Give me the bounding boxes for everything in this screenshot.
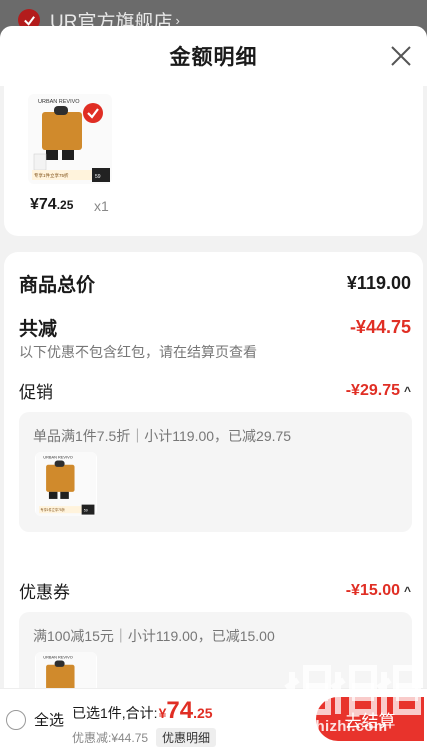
total-value: ¥119.00 xyxy=(346,273,411,293)
sheet-header: 金额明细 xyxy=(0,26,427,86)
product-card: URBAN REVIVO 专享1件立享75折 59 ¥74.25 x1 xyxy=(4,86,423,236)
promo-label: 促销 xyxy=(19,383,53,402)
selected-text: 已选1件,合计: xyxy=(72,705,158,721)
svg-text:专享1件立享75折: 专享1件立享75折 xyxy=(40,507,65,512)
reduce-value: -¥44.75 xyxy=(349,317,411,337)
radio-icon xyxy=(6,709,26,730)
svg-text:URBAN REVIVO: URBAN REVIVO xyxy=(43,654,73,659)
svg-text:59: 59 xyxy=(84,509,88,513)
promo-product-thumb[interactable]: URBAN REVIVO 专享1件立享75折 59 xyxy=(35,452,97,516)
sheet-title: 金额明细 xyxy=(169,46,258,69)
amount-detail-sheet: 金额明细 URBAN REVIVO 专享1件立享75折 59 ¥74.25 x1… xyxy=(0,26,427,748)
coupon-row[interactable]: 优惠券 -¥15.00 ^ xyxy=(19,578,411,603)
discount-text: 优惠减:¥44.75 xyxy=(72,731,149,745)
reduce-label: 共减 xyxy=(19,319,58,340)
product-price: ¥74.25 xyxy=(30,196,74,213)
coupon-label: 优惠券 xyxy=(19,583,70,602)
discount-detail-button[interactable]: 优惠明细 xyxy=(156,728,217,747)
watermark-text: zhizhizhi.com xyxy=(286,718,388,735)
reduce-row: 共减 -¥44.75 xyxy=(19,314,411,341)
chevron-up-icon: ^ xyxy=(403,383,411,398)
selected-summary: 已选1件,合计: ¥74.25 xyxy=(72,697,213,725)
promo-detail-text: 单品满1件7.5折｜小计119.00，已减29.75 xyxy=(33,428,292,444)
svg-text:URBAN REVIVO: URBAN REVIVO xyxy=(43,454,73,459)
product-quantity: x1 xyxy=(94,198,109,214)
total-row: 商品总价 ¥119.00 xyxy=(19,270,411,297)
discount-line: 优惠减:¥44.75 优惠明细 xyxy=(72,728,217,747)
coupon-value: -¥15.00 ^ xyxy=(345,581,411,599)
promo-detail-box: 单品满1件7.5折｜小计119.00，已减29.75 URBAN REVIVO … xyxy=(19,412,412,532)
close-icon xyxy=(391,46,411,66)
coupon-detail-text: 满100减15元｜小计119.00，已减15.00 xyxy=(33,628,275,644)
total-label: 商品总价 xyxy=(19,275,96,296)
promo-row[interactable]: 促销 -¥29.75 ^ xyxy=(19,378,411,403)
svg-text:专享1件立享75折: 专享1件立享75折 xyxy=(34,172,69,179)
select-all-label: 全选 xyxy=(34,712,65,729)
total-price: ¥74.25 xyxy=(158,697,213,724)
brand-logo-text: URBAN REVIVO xyxy=(38,99,80,105)
close-button[interactable] xyxy=(387,42,415,70)
promo-value: -¥29.75 ^ xyxy=(345,381,411,399)
amount-breakdown-card: 商品总价 ¥119.00 共减 -¥44.75 以下优惠不包含红包，请在结算页查… xyxy=(4,252,423,748)
selected-check-icon xyxy=(83,103,103,123)
reduce-note: 以下优惠不包含红包，请在结算页查看 xyxy=(19,344,257,360)
chevron-up-icon: ^ xyxy=(403,583,411,598)
svg-text:59: 59 xyxy=(95,174,101,180)
select-all-toggle[interactable]: 全选 xyxy=(6,709,64,730)
